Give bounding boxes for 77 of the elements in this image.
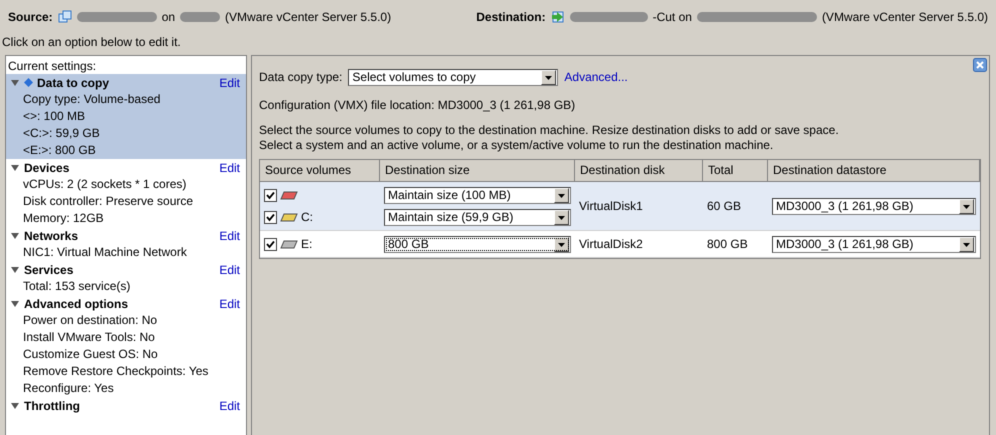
setting-text: <C:>: 59,9 GB	[22, 125, 101, 142]
settings-section[interactable]: Devices Edit vCPUs: 2 (2 sockets * 1 cores) Disk controller: Preserve source Memory: 12GB	[6, 159, 246, 227]
setting-text: Memory: 12GB	[22, 210, 105, 227]
settings-title: Current settings:	[7, 58, 98, 74]
advanced-link[interactable]: Advanced...	[564, 70, 628, 84]
section-title: Data to copy	[37, 76, 110, 90]
edit-link[interactable]: Edit	[219, 262, 240, 276]
volume-label: E:	[301, 237, 312, 251]
destination-size-dropdown[interactable]: Maintain size (59,9 GB)	[384, 208, 571, 226]
column-header[interactable]: Destination size	[380, 160, 575, 182]
collapse-caret-icon[interactable]	[10, 164, 20, 172]
destination-label: Destination:	[476, 10, 546, 24]
column-header[interactable]: Source volumes	[260, 160, 380, 182]
virtual-machine-arrow-icon	[550, 10, 565, 24]
setting-text: <E:>: 800 GB	[22, 142, 97, 159]
edit-link[interactable]: Edit	[219, 296, 240, 310]
volume-checkbox[interactable]	[264, 188, 277, 202]
instruction-text: Select the source volumes to copy to the destination machine. Resize destination disks to add or save space.	[259, 123, 840, 138]
source-label: Source:	[8, 10, 53, 24]
section-title: Networks	[24, 228, 80, 242]
edit-link[interactable]: Edit	[219, 160, 240, 174]
disk-row[interactable]: C: Maintain size (100 MB) Maintain size (59,9 GB) VirtualDisk1 60 GB MD3000_3 (1 261,98 GB)	[260, 182, 980, 231]
column-header[interactable]: Total	[703, 160, 768, 182]
destination-size-dropdown[interactable]: Maintain size (100 MB)	[384, 186, 571, 204]
section-title: Devices	[24, 160, 70, 174]
copy-type-dropdown[interactable]: Select volumes to copy	[348, 68, 558, 86]
destination-server-text: (VMware vCenter Server 5.5.0)	[822, 10, 988, 24]
section-title: Advanced options	[24, 296, 130, 310]
setting-text: vCPUs: 2 (2 sockets * 1 cores)	[22, 176, 188, 193]
hint-text: Click on an option below to edit it.	[1, 34, 182, 51]
collapse-caret-icon[interactable]	[10, 232, 20, 240]
column-header[interactable]: Destination disk	[575, 160, 703, 182]
setting-text: Copy type: Volume-based	[22, 91, 162, 108]
settings-section[interactable]: Advanced options Edit Power on destination: No Install VMware Tools: No Customize Guest OS: No Remove Restore Checkpoints: Yes Reconfigure: Yes	[6, 295, 246, 397]
setting-text: Total: 153 service(s)	[22, 278, 132, 295]
config-location-text: Configuration (VMX) file location: MD3000_3 (1 261,98 GB)	[259, 98, 576, 113]
source-server-text: (VMware vCenter Server 5.5.0)	[225, 10, 392, 24]
setting-text: Power on destination: No	[22, 312, 158, 329]
section-title: Throttling	[24, 398, 81, 412]
setting-text: Disk controller: Preserve source	[22, 193, 194, 210]
collapse-caret-icon[interactable]	[10, 78, 20, 86]
total-cell-text: 60 GB	[706, 198, 742, 215]
virtual-machine-icon	[58, 10, 72, 24]
settings-section[interactable]: Networks Edit NIC1: Virtual Machine Network	[6, 227, 246, 261]
setting-text: NIC1: Virtual Machine Network	[22, 244, 188, 261]
copy-type-label: Data copy type:	[259, 70, 342, 84]
edit-link[interactable]: Edit	[219, 398, 240, 412]
volume-checkbox[interactable]	[264, 210, 277, 224]
section-title: Services	[24, 262, 74, 276]
close-icon[interactable]	[973, 58, 987, 72]
disk-cell-text: VirtualDisk1	[578, 198, 644, 215]
disk-cell-text: VirtualDisk2	[578, 236, 644, 253]
volume-checkbox[interactable]	[264, 238, 277, 250]
column-header[interactable]: Destination datastore	[768, 160, 980, 182]
instruction-text: Select a system and an active volume, or a system/active volume to run the destination machine.	[259, 138, 774, 153]
volume-label: C:	[301, 210, 313, 224]
destination-suffix-text: -Cut on	[652, 10, 692, 24]
collapse-caret-icon[interactable]	[10, 266, 20, 274]
diamond-icon	[24, 78, 33, 87]
source-on-text: on	[162, 10, 176, 24]
redaction-mark	[180, 12, 220, 22]
setting-text: Customize Guest OS: No	[22, 346, 159, 363]
setting-text: Remove Restore Checkpoints: Yes	[22, 363, 210, 380]
edit-link[interactable]: Edit	[219, 76, 240, 90]
setting-text: <>: 100 MB	[22, 108, 86, 125]
total-cell-text: 800 GB	[706, 236, 749, 253]
settings-section[interactable]: Throttling Edit	[6, 397, 246, 414]
collapse-caret-icon[interactable]	[10, 300, 20, 308]
settings-section[interactable]: Data to copy Edit Copy type: Volume-based <>: 100 MB <C:>: 59,9 GB <E:>: 800 GB	[6, 74, 246, 159]
edit-link[interactable]: Edit	[219, 228, 240, 242]
setting-text: Install VMware Tools: No	[22, 329, 156, 346]
datastore-dropdown[interactable]: MD3000_3 (1 261,98 GB)	[772, 236, 976, 252]
destination-size-dropdown[interactable]: 800 GB	[384, 236, 571, 252]
datastore-dropdown[interactable]: MD3000_3 (1 261,98 GB)	[772, 198, 976, 214]
settings-section[interactable]: Services Edit Total: 153 service(s)	[6, 261, 246, 295]
setting-text: Reconfigure: Yes	[22, 380, 115, 397]
collapse-caret-icon[interactable]	[10, 402, 20, 410]
